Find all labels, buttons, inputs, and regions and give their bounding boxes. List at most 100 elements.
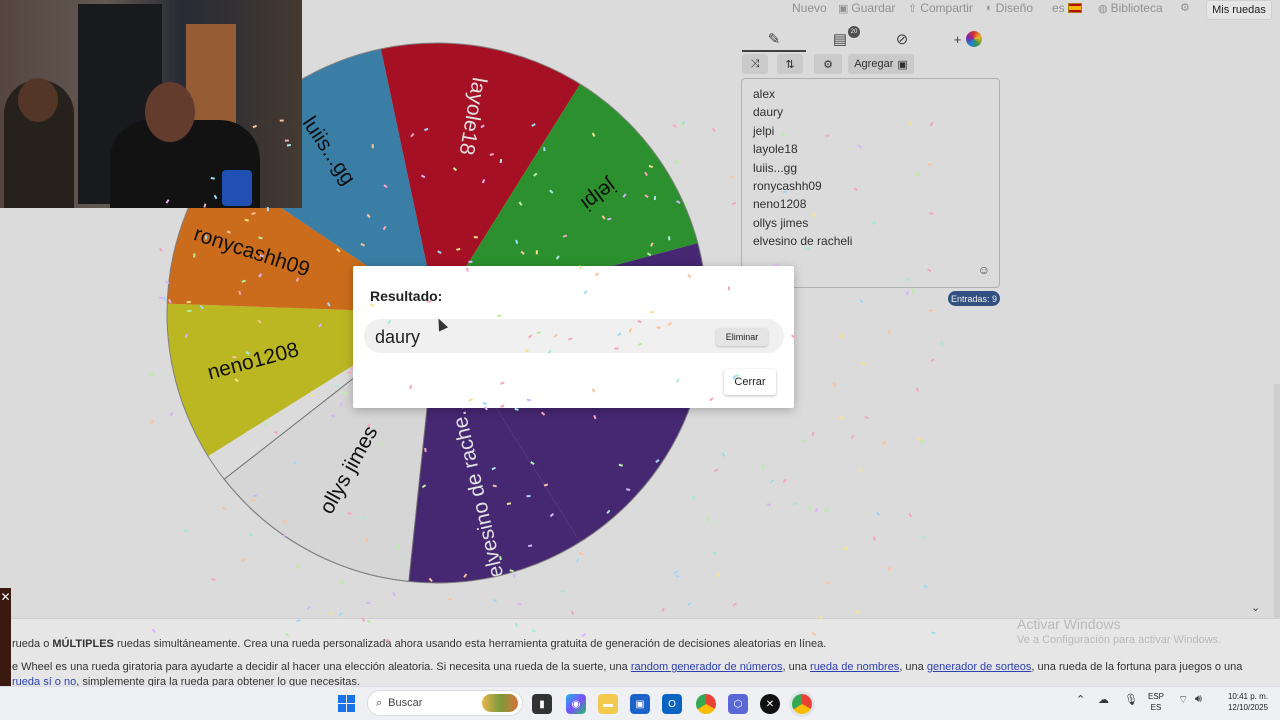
app-icon[interactable]: ⬡	[728, 694, 748, 714]
volume-icon[interactable]: 🔊︎	[1195, 693, 1202, 706]
entry-line[interactable]: ronycashh09	[753, 177, 988, 195]
webcam-head-right	[145, 82, 195, 142]
shuffle-icon: ⤨	[750, 57, 760, 70]
nav-share-label: Compartir	[920, 1, 973, 15]
info-text: , una rueda de la fortuna para juegos o …	[1031, 661, 1243, 673]
nav-design[interactable]: ◐ Diseño	[986, 1, 1033, 15]
editor-tabs: ✎ ▤ 20 ⊘ +	[742, 26, 1000, 52]
entry-line[interactable]: ollys jimes	[753, 214, 988, 232]
confetti-piece	[843, 546, 848, 551]
language-indicator[interactable]: ESP ES	[1146, 691, 1166, 713]
entry-line[interactable]: neno1208	[753, 195, 988, 213]
webcam-head-left	[18, 78, 58, 122]
entry-line[interactable]: layole18	[753, 140, 988, 158]
nav-settings[interactable]: ⚙	[1180, 1, 1190, 14]
confetti-piece	[876, 511, 881, 516]
sort-button[interactable]: ⇅	[777, 54, 803, 74]
confetti-piece	[824, 508, 829, 512]
confetti-piece	[858, 468, 863, 473]
add-image-label: Agregar	[854, 58, 894, 70]
confetti-piece	[730, 174, 735, 180]
random-number-link[interactable]: random generador de números	[631, 661, 783, 673]
nav-library-label: Biblioteca	[1110, 1, 1163, 15]
wifi-icon[interactable]: ⌔	[1178, 693, 1188, 707]
search-highlight-icon	[482, 694, 518, 712]
chrome-icon[interactable]	[696, 694, 716, 714]
cloud-off-icon[interactable]: ☁	[1098, 693, 1109, 706]
confetti-piece	[940, 341, 944, 346]
confetti-piece	[815, 507, 819, 513]
windows-start-icon[interactable]	[338, 695, 355, 712]
close-button[interactable]: Cerrar	[724, 369, 776, 395]
confetti-piece	[861, 361, 866, 365]
nav-language[interactable]: es	[1052, 1, 1082, 15]
confetti-piece	[915, 387, 919, 392]
activate-windows-title: Activar Windows	[1017, 616, 1121, 632]
chevron-down-icon[interactable]: ⌄	[1251, 601, 1260, 614]
nav-new-label: Nuevo	[792, 1, 827, 15]
emoji-icon[interactable]: ☺	[978, 263, 990, 277]
chevron-up-icon[interactable]: ⌃	[1076, 693, 1085, 706]
name-wheel-link[interactable]: rueda de nombres	[810, 661, 899, 673]
store-icon[interactable]: ▣	[630, 694, 650, 714]
confetti-piece	[766, 502, 772, 507]
entries-count-badge: Entradas: 9	[948, 291, 1000, 306]
close-overlay-icon[interactable]: ✕	[0, 588, 11, 686]
my-wheels-button[interactable]: Mis ruedas	[1206, 0, 1272, 20]
entry-line[interactable]: daury	[753, 103, 988, 121]
confetti-piece	[930, 358, 935, 363]
nav-library[interactable]: ◍ Biblioteca	[1098, 1, 1163, 15]
confetti-piece	[721, 452, 726, 457]
confetti-piece	[917, 436, 922, 442]
capcut-icon[interactable]: ✕	[760, 694, 780, 714]
activate-windows-subtitle: Ve a Configuración para activar Windows.	[1017, 634, 1222, 646]
entries-textarea[interactable]: alex daury jelpi layole18 luiis...gg ronycash…	[741, 78, 1000, 288]
confetti-piece	[732, 602, 738, 607]
confetti-piece	[855, 610, 860, 614]
add-wheel-tab[interactable]: +	[948, 28, 988, 50]
nav-new[interactable]: Nuevo	[792, 1, 827, 15]
confetti-piece	[782, 478, 787, 484]
entry-line[interactable]: elvesino de racheli	[753, 232, 988, 250]
nav-save[interactable]: ▣ Guardar	[838, 1, 895, 15]
entry-line[interactable]: alex	[753, 85, 988, 103]
results-tab[interactable]: ▤ 20	[820, 26, 860, 50]
copilot-icon[interactable]: ◉	[566, 694, 586, 714]
lang-bottom: ES	[1150, 703, 1162, 712]
sort-icon: ⇅	[785, 58, 795, 71]
confetti-piece	[906, 290, 909, 296]
confetti-piece	[928, 309, 934, 313]
results-badge: 20	[848, 26, 860, 38]
add-image-button[interactable]: Agregar ▣	[848, 54, 914, 74]
save-icon: ▣	[838, 2, 849, 15]
taskbar: ⌕ Buscar ▮ ◉ ▬ ▣ O ⬡ ✕ ⌃ ☁ 🎙︎ ESP ES ⌔ 🔊︎…	[0, 686, 1280, 720]
outlook-icon[interactable]: O	[662, 694, 682, 714]
globe-icon: ◍	[1098, 2, 1108, 15]
page-scrollbar[interactable]	[1274, 384, 1280, 618]
chrome-active-icon[interactable]	[792, 694, 812, 714]
file-explorer-icon[interactable]: ▬	[598, 694, 618, 714]
confetti-piece	[792, 502, 798, 506]
nav-share[interactable]: ⇧ Compartir	[908, 1, 973, 15]
eye-off-icon: ⊘	[895, 31, 909, 48]
raffle-link[interactable]: generador de sorteos	[927, 661, 1032, 673]
entry-line[interactable]: jelpi	[753, 122, 988, 140]
confetti-piece	[887, 329, 891, 335]
task-view-icon[interactable]: ▮	[532, 694, 552, 714]
shuffle-button[interactable]: ⤨	[742, 54, 768, 74]
active-tab-indicator	[742, 50, 806, 52]
microphone-icon[interactable]: 🎙︎	[1124, 693, 1138, 706]
hide-tab[interactable]: ⊘	[882, 28, 922, 50]
clipboard-icon: ▤	[832, 31, 848, 48]
clock[interactable]: 10:41 p. m. 12/10/2025	[1212, 691, 1268, 713]
advanced-button[interactable]: ⚙	[814, 54, 842, 74]
remove-button[interactable]: Eliminar	[716, 328, 768, 346]
edit-tab[interactable]: ✎	[754, 28, 794, 50]
spain-flag-icon	[1067, 3, 1082, 13]
taskbar-search[interactable]: ⌕ Buscar	[367, 690, 523, 716]
plus-icon: +	[953, 31, 962, 47]
result-name: daury	[375, 327, 421, 347]
my-wheels-label: Mis ruedas	[1212, 4, 1266, 16]
entry-line[interactable]: luiis...gg	[753, 159, 988, 177]
palette-icon: ◐	[986, 2, 993, 14]
